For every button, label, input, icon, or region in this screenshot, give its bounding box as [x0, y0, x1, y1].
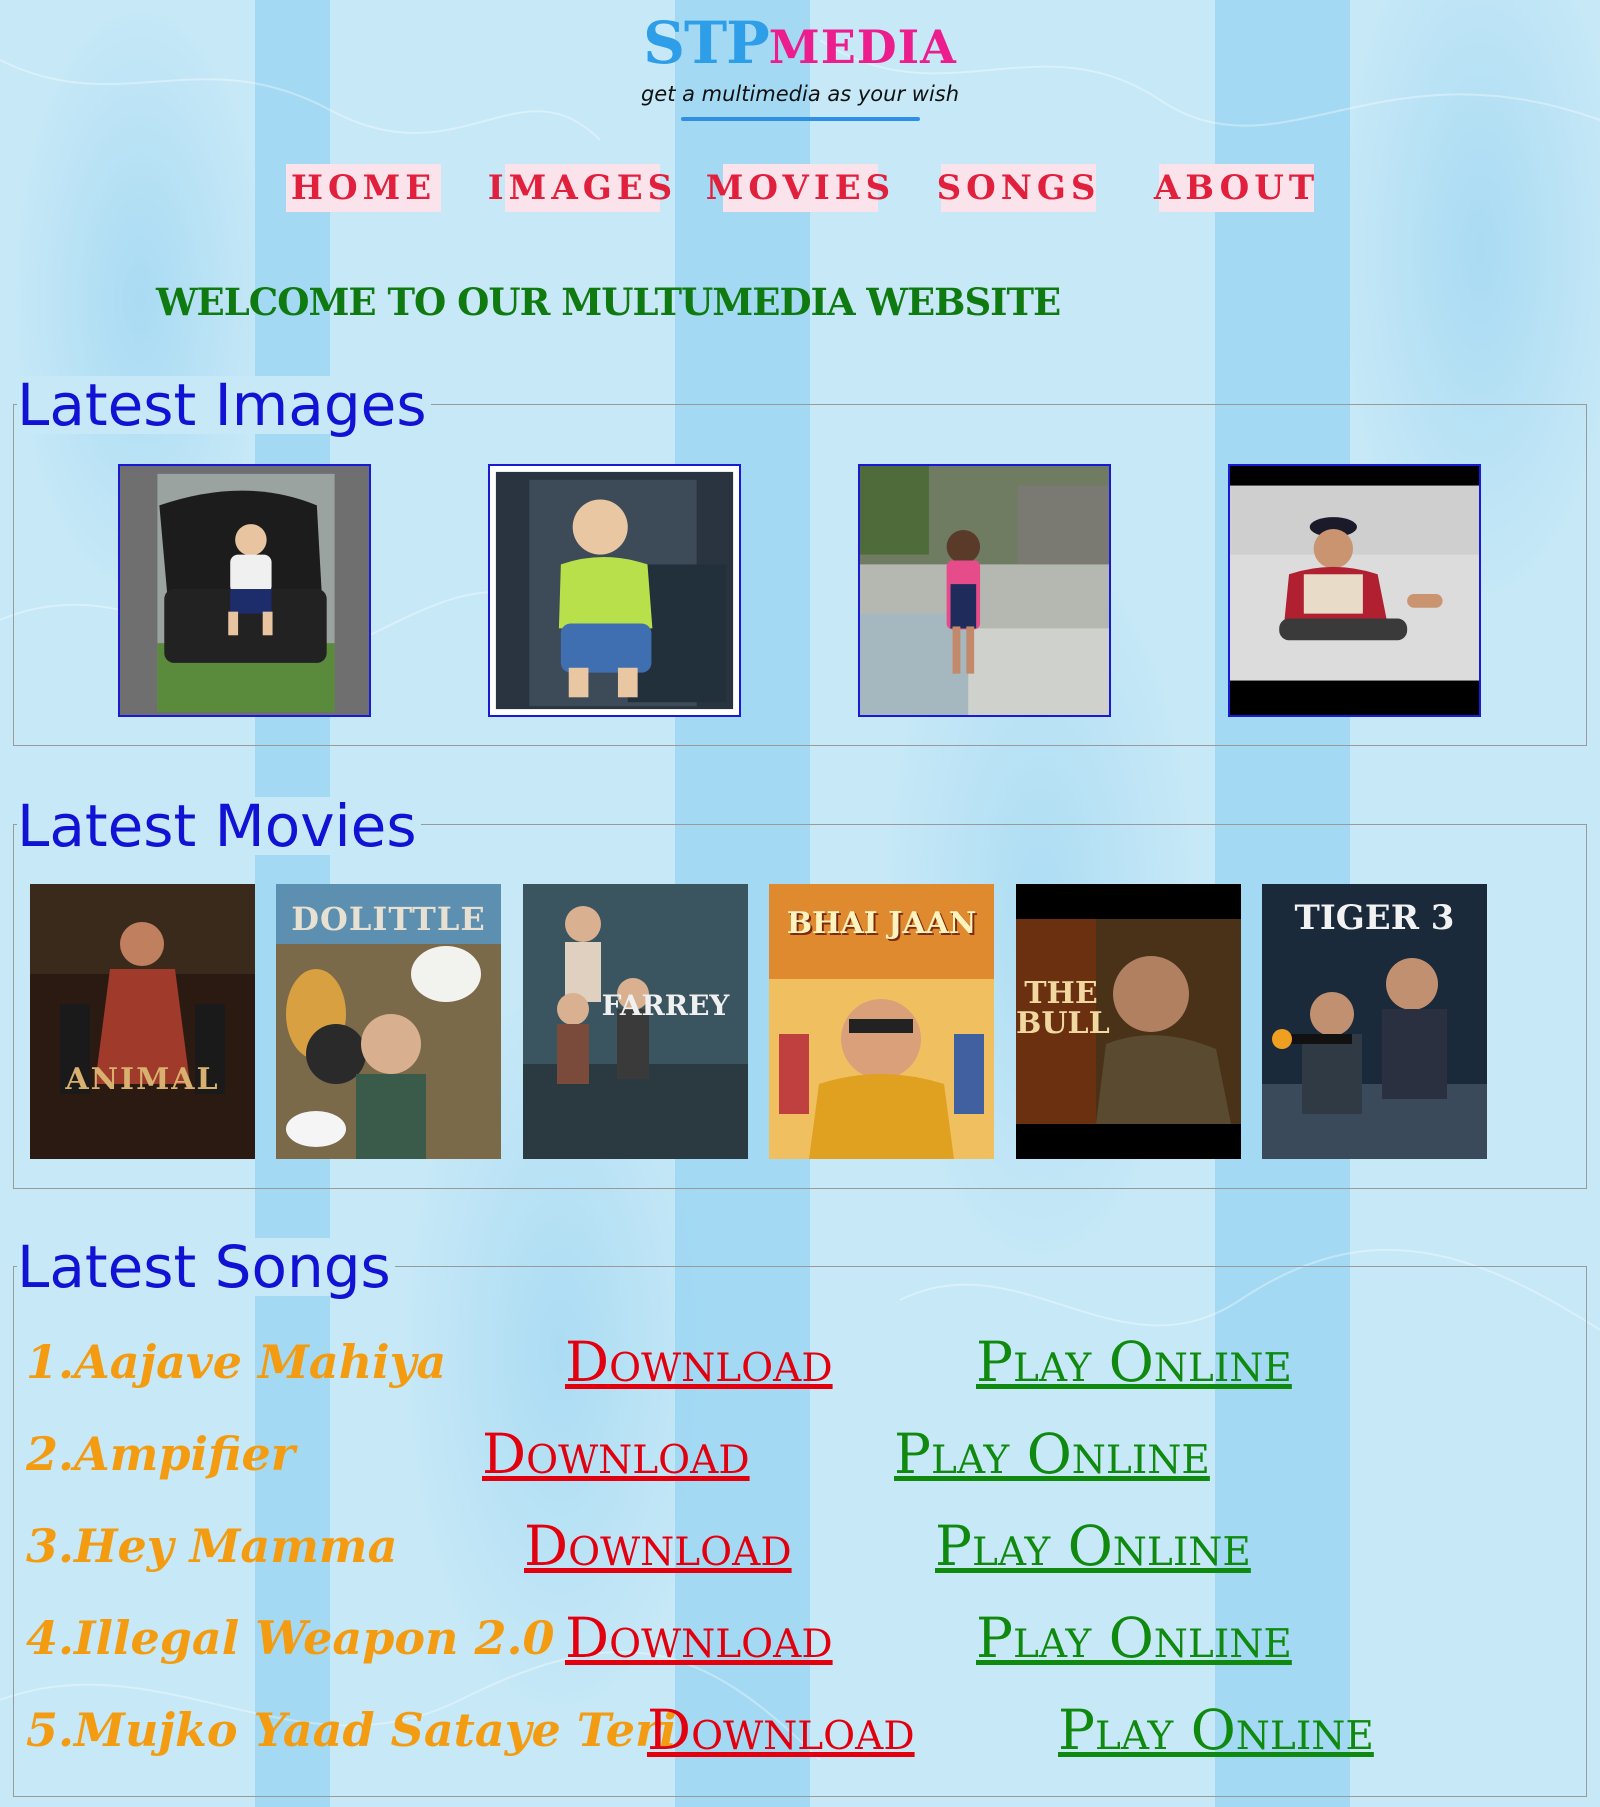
movie-poster-6[interactable]: TIGER 3	[1262, 884, 1487, 1159]
child-sitting-photo-icon	[1230, 466, 1479, 715]
tagline-underline	[681, 117, 920, 121]
nav-songs-button[interactable]: SONGS	[937, 164, 1096, 212]
child-standing-photo-icon	[860, 466, 1109, 715]
image-thumb-3[interactable]	[858, 464, 1111, 717]
song-5-download-link[interactable]: Download	[647, 1703, 915, 1758]
welcome-heading: WELCOME TO OUR MULTUMEDIA WEBSITE	[156, 280, 1061, 324]
song-name-5: 5.Mujko Yaad Sataye Teri	[26, 1703, 677, 1757]
movie-poster-3[interactable]: FARREY	[523, 884, 748, 1159]
song-5-play-online-link[interactable]: Play Online	[1058, 1703, 1374, 1758]
song-2-download-link[interactable]: Download	[482, 1427, 750, 1482]
song-4-play-online-link[interactable]: Play Online	[976, 1611, 1292, 1666]
movies-section-title: Latest Movies	[17, 797, 421, 855]
movie-poster-5[interactable]: THE BULL	[1016, 884, 1241, 1159]
site-logo: STPMEDIA	[0, 14, 1600, 72]
song-3-play-online-link[interactable]: Play Online	[935, 1519, 1251, 1574]
movie-poster-2-title: DOLITTLE	[291, 900, 486, 938]
song-name-3: 3.Hey Mamma	[26, 1519, 398, 1573]
movie-poster-3-title: FARREY	[601, 989, 730, 1022]
movie-poster-2[interactable]: DOLITTLE	[276, 884, 501, 1159]
song-name-2: 2.Ampifier	[26, 1427, 295, 1481]
images-section-title: Latest Images	[17, 376, 431, 434]
movie-poster-1[interactable]: ANIMAL	[30, 884, 255, 1159]
song-1-play-online-link[interactable]: Play Online	[976, 1335, 1292, 1390]
image-thumb-1[interactable]	[118, 464, 371, 717]
song-name-4: 4.Illegal Weapon 2.0	[26, 1611, 555, 1665]
movie-poster-4-title: BHAI JAAN	[786, 906, 977, 941]
song-4-download-link[interactable]: Download	[565, 1611, 833, 1666]
songs-section-title: Latest Songs	[17, 1238, 395, 1296]
baby-photo-icon	[490, 466, 739, 715]
nav-images-button[interactable]: IMAGES	[488, 164, 672, 212]
movie-poster-5-title: THE BULL	[1016, 976, 1110, 1041]
nav-home-button[interactable]: HOME	[286, 164, 441, 212]
nav-movies-button[interactable]: MOVIES	[706, 164, 890, 212]
nav-about-button[interactable]: ABOUT	[1154, 164, 1314, 212]
song-1-download-link[interactable]: Download	[565, 1335, 833, 1390]
image-thumb-2[interactable]	[488, 464, 741, 717]
song-3-download-link[interactable]: Download	[524, 1519, 792, 1574]
child-on-chair-photo-icon	[120, 466, 369, 715]
movie-poster-6-title: TIGER 3	[1294, 898, 1455, 938]
logo-media: MEDIA	[768, 20, 957, 74]
song-name-1: 1.Aajave Mahiya	[26, 1335, 447, 1389]
movie-poster-4[interactable]: BHAI JAAN	[769, 884, 994, 1159]
image-thumb-4[interactable]	[1228, 464, 1481, 717]
movie-poster-1-title: ANIMAL	[65, 1062, 220, 1097]
song-2-play-online-link[interactable]: Play Online	[894, 1427, 1210, 1482]
logo-stp: STP	[643, 9, 770, 77]
site-tagline: get a multimedia as your wish	[640, 82, 960, 106]
animal-poster-icon	[30, 884, 255, 1159]
